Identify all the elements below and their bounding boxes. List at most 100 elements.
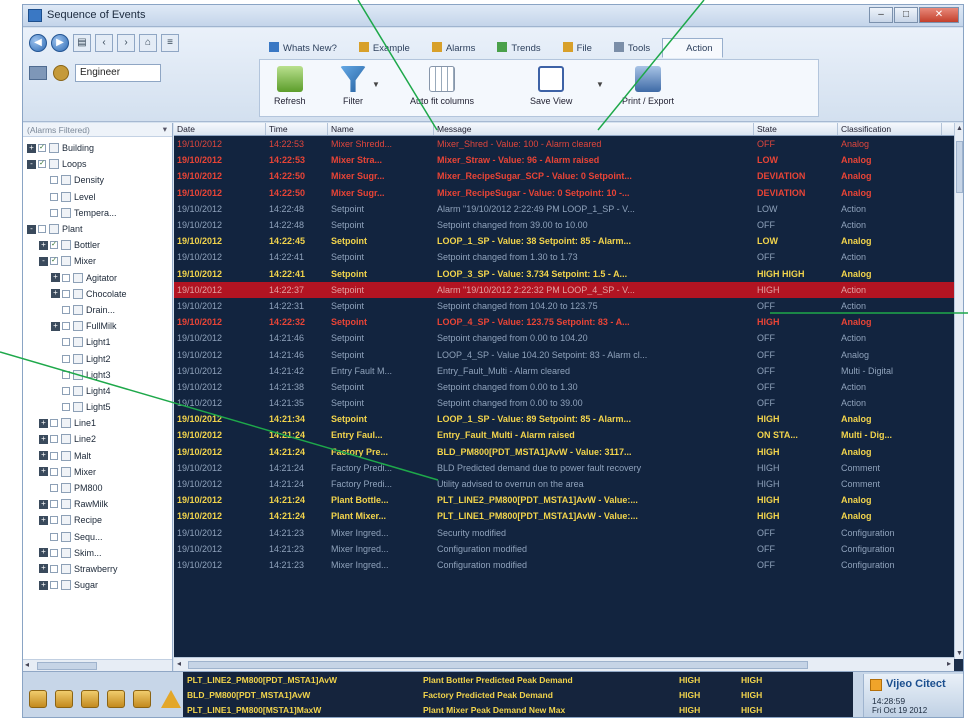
scroll-thumb[interactable]	[956, 141, 963, 193]
tab-example[interactable]: Example	[349, 38, 420, 58]
next-page-icon[interactable]: ›	[117, 34, 135, 52]
maximize-button[interactable]: □	[894, 7, 918, 23]
expand-icon[interactable]: +	[39, 499, 48, 509]
tree-item[interactable]: + Skim...	[23, 545, 172, 561]
table-row[interactable]: 19/10/2012 14:21:46 Setpoint LOOP_4_SP - Va…	[174, 346, 954, 362]
tree-checkbox[interactable]	[50, 419, 58, 428]
expand-icon[interactable]: +	[39, 418, 48, 428]
tree-item[interactable]: + Line2	[23, 431, 172, 447]
tree-item[interactable]: Light5	[23, 399, 172, 415]
expand-icon[interactable]: +	[51, 273, 60, 283]
collapse-icon[interactable]: -	[27, 159, 36, 169]
tree-checkbox[interactable]	[62, 370, 70, 379]
tree-checkbox[interactable]	[50, 564, 58, 573]
tree-checkbox[interactable]	[50, 532, 58, 541]
scroll-left-icon[interactable]: ◂	[177, 659, 181, 668]
table-row[interactable]: 19/10/2012 14:22:48 Setpoint Alarm "19/10/2…	[174, 201, 954, 217]
expand-icon[interactable]: +	[39, 564, 48, 574]
tree-checkbox[interactable]	[62, 322, 70, 331]
table-row[interactable]: 19/10/2012 14:21:24 Entry Faul... Entry_Fau…	[174, 427, 954, 443]
tree-checkbox[interactable]	[50, 548, 58, 557]
column-header-classification[interactable]: Classification	[838, 123, 942, 135]
tree-item[interactable]: PM800	[23, 480, 172, 496]
table-row[interactable]: 19/10/2012 14:21:34 Setpoint LOOP_1_SP - Va…	[174, 411, 954, 427]
tree-item[interactable]: Density	[23, 172, 172, 188]
tree-checkbox[interactable]	[62, 273, 70, 282]
tree-item[interactable]: Tempera...	[23, 205, 172, 221]
user-icon[interactable]	[53, 65, 69, 81]
tree-checkbox[interactable]	[50, 176, 58, 185]
tree-item[interactable]: + Mixer	[23, 464, 172, 480]
scroll-thumb[interactable]	[188, 661, 808, 669]
expand-icon[interactable]: +	[39, 467, 48, 477]
save-dropdown-icon[interactable]: ▼	[596, 80, 604, 89]
grid-horizontal-scrollbar[interactable]: ◂ ▸	[174, 657, 954, 671]
expand-icon[interactable]: +	[39, 548, 48, 558]
filter-dropdown-icon[interactable]: ▼	[372, 80, 380, 89]
table-row[interactable]: 19/10/2012 14:22:53 Mixer Stra... Mixer_Str…	[174, 152, 954, 168]
table-row[interactable]: 19/10/2012 14:21:46 Setpoint Setpoint chang…	[174, 330, 954, 346]
warning-icon[interactable]	[161, 690, 181, 708]
expand-icon[interactable]: +	[39, 580, 48, 590]
collapse-icon[interactable]: -	[39, 256, 48, 266]
column-header-name[interactable]: Name	[328, 123, 434, 135]
alarm-list-icon[interactable]	[107, 690, 125, 708]
user-select[interactable]: Engineer	[75, 64, 161, 82]
tree-item[interactable]: Light3	[23, 367, 172, 383]
tree-checkbox[interactable]	[62, 386, 70, 395]
tab-action[interactable]: Action	[662, 38, 723, 58]
tree-checkbox[interactable]: ✓	[50, 257, 58, 266]
tab-tools[interactable]: Tools	[604, 38, 660, 58]
tree-checkbox[interactable]	[62, 338, 70, 347]
ticker-row[interactable]: PLT_LINE1_PM800[MSTA1]MaxW Plant Mixer Pe…	[183, 702, 853, 717]
forward-icon[interactable]: ▶	[51, 34, 69, 52]
tree-checkbox[interactable]	[62, 289, 70, 298]
expand-icon[interactable]: +	[39, 515, 48, 525]
save-view-button[interactable]: Save View	[530, 66, 572, 106]
table-row[interactable]: 19/10/2012 14:22:48 Setpoint Setpoint chang…	[174, 217, 954, 233]
table-row[interactable]: 19/10/2012 14:22:53 Mixer Shredd... Mixer_S…	[174, 136, 954, 152]
alarm-bell-icon[interactable]	[29, 690, 47, 708]
acknowledge-icon[interactable]	[55, 690, 73, 708]
home-icon[interactable]: ⌂	[139, 34, 157, 52]
column-header-date[interactable]: Date	[174, 123, 266, 135]
table-row[interactable]: 19/10/2012 14:22:32 Setpoint LOOP_4_SP - Va…	[174, 314, 954, 330]
table-row[interactable]: 19/10/2012 14:21:23 Mixer Ingred... Configu…	[174, 557, 954, 573]
tree-item[interactable]: Sequ...	[23, 529, 172, 545]
tree-filter-header[interactable]: (Alarms Filtered)	[23, 123, 172, 137]
table-row[interactable]: 19/10/2012 14:22:50 Mixer Sugr... Mixer_Rec…	[174, 168, 954, 184]
table-row[interactable]: 19/10/2012 14:22:37 Setpoint Alarm "19/10/2…	[174, 281, 954, 298]
tree-item[interactable]: Level	[23, 189, 172, 205]
back-icon[interactable]: ◀	[29, 34, 47, 52]
tab-file[interactable]: File	[553, 38, 602, 58]
tree-checkbox[interactable]	[50, 516, 58, 525]
scroll-left-icon[interactable]: ◂	[25, 660, 29, 669]
scroll-down-icon[interactable]: ▼	[956, 650, 963, 657]
tree-item[interactable]: + Agitator	[23, 270, 172, 286]
tree-item[interactable]: + Recipe	[23, 512, 172, 528]
filter-button[interactable]: Filter	[340, 66, 366, 106]
tree-horizontal-scrollbar[interactable]: ◂	[23, 659, 172, 671]
tree-checkbox[interactable]: ✓	[50, 241, 58, 250]
expand-icon[interactable]: +	[51, 321, 60, 331]
table-row[interactable]: 19/10/2012 14:22:41 Setpoint Setpoint chang…	[174, 249, 954, 265]
table-row[interactable]: 19/10/2012 14:21:42 Entry Fault M... Entry_…	[174, 363, 954, 379]
close-button[interactable]: ✕	[919, 7, 959, 23]
tree-item[interactable]: - ✓ Loops	[23, 156, 172, 172]
tree-item[interactable]: + Line1	[23, 415, 172, 431]
table-row[interactable]: 19/10/2012 14:21:23 Mixer Ingred... Configu…	[174, 541, 954, 557]
table-row[interactable]: 19/10/2012 14:22:31 Setpoint Setpoint chang…	[174, 298, 954, 314]
expand-icon[interactable]: +	[39, 434, 48, 444]
page-icon[interactable]: ▤	[73, 34, 91, 52]
tree-checkbox[interactable]	[50, 208, 58, 217]
table-row[interactable]: 19/10/2012 14:21:23 Mixer Ingred... Securit…	[174, 525, 954, 541]
tree-item[interactable]: + ✓ Building	[23, 140, 172, 156]
tree-item[interactable]: Light4	[23, 383, 172, 399]
tree-item[interactable]: + Malt	[23, 448, 172, 464]
tree-checkbox[interactable]	[62, 354, 70, 363]
table-row[interactable]: 19/10/2012 14:21:24 Factory Pre... BLD_PM80…	[174, 444, 954, 460]
minimize-button[interactable]: –	[869, 7, 893, 23]
alarm-summary-icon[interactable]	[133, 690, 151, 708]
collapse-icon[interactable]: -	[27, 224, 36, 234]
auto-columns-button[interactable]: Auto fit columns	[410, 66, 474, 106]
